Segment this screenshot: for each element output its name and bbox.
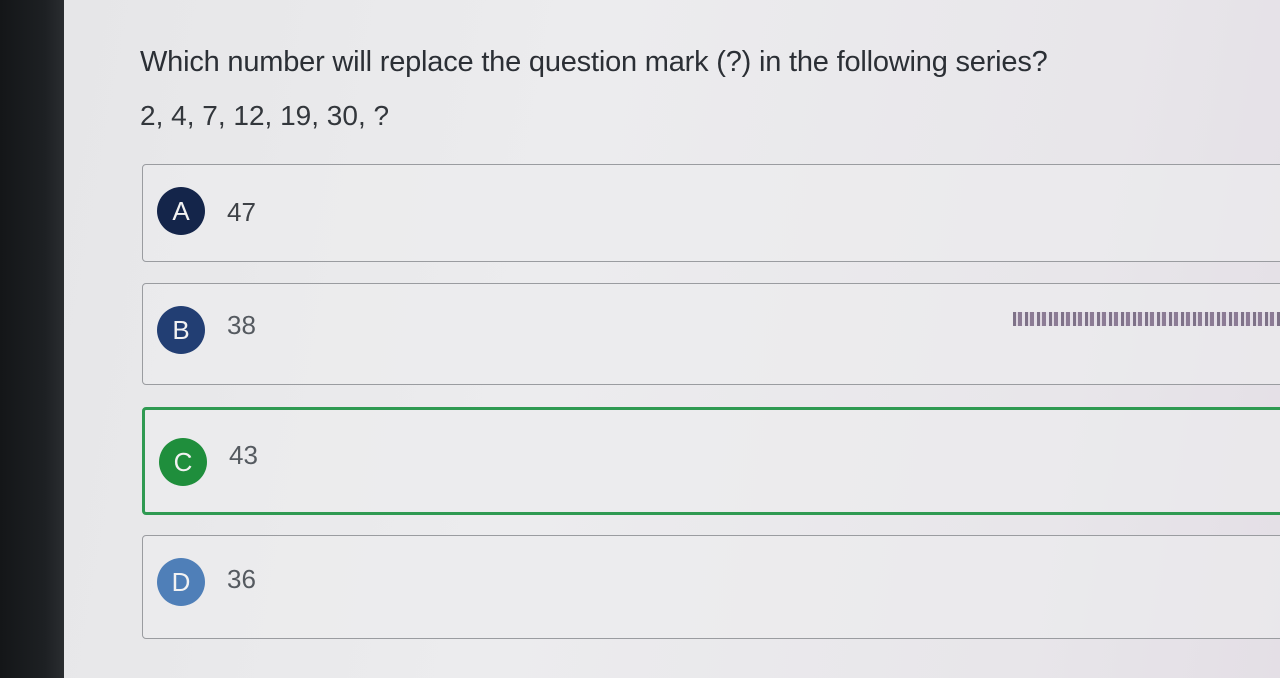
option-value: 36	[227, 564, 256, 594]
option-a[interactable]: A 47	[142, 164, 1280, 262]
option-letter-badge: C	[159, 438, 207, 486]
option-letter-badge: B	[157, 306, 205, 354]
option-value: 38	[227, 310, 256, 340]
screen-glitch-artifact	[1013, 312, 1280, 326]
monitor-bezel	[0, 0, 64, 678]
option-letter-badge: D	[157, 558, 205, 606]
question-text: Which number will replace the question m…	[140, 46, 1048, 78]
option-value: 43	[229, 440, 258, 470]
option-d[interactable]: D 36	[142, 535, 1280, 639]
option-letter-badge: A	[157, 187, 205, 235]
option-c[interactable]: C 43	[142, 407, 1280, 515]
number-series: 2, 4, 7, 12, 19, 30, ?	[140, 100, 390, 131]
option-value: 47	[227, 197, 256, 227]
option-b[interactable]: B 38	[142, 283, 1280, 385]
